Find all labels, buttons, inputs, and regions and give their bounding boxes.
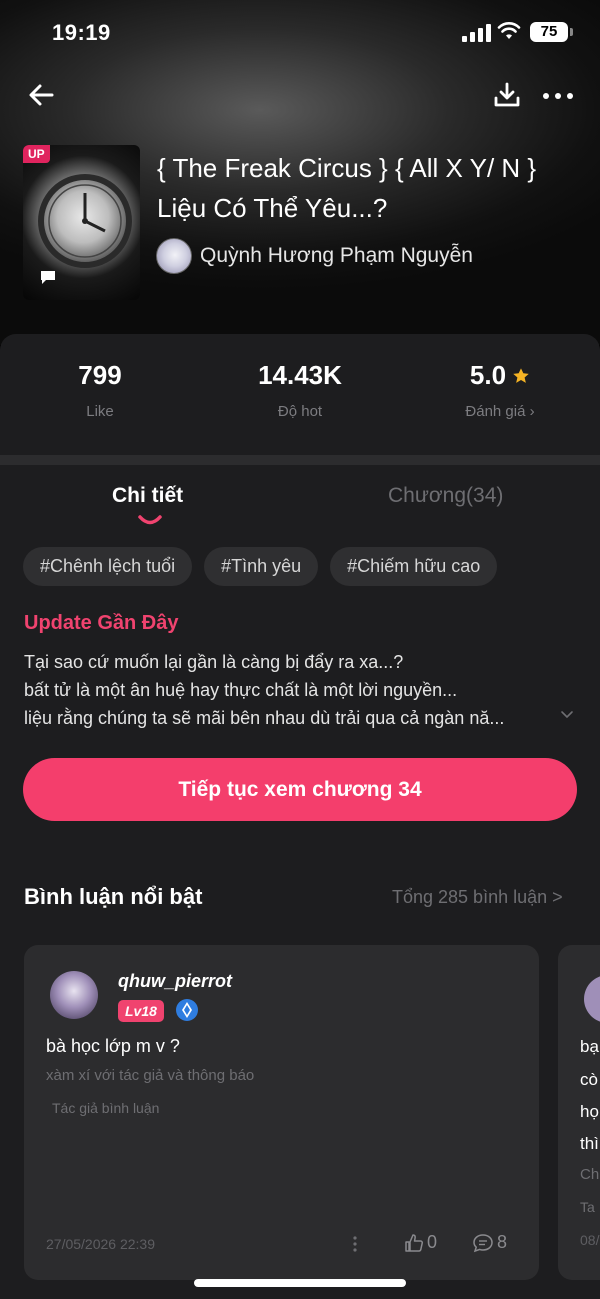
description-line: liệu rằng chúng ta sẽ mãi bên nhau dù tr… [24, 708, 505, 728]
update-description[interactable]: Tại sao cứ muốn lại gần là càng bị đẩy r… [24, 648, 576, 732]
like-button[interactable]: 0 [404, 1232, 437, 1253]
download-icon[interactable] [492, 80, 522, 110]
status-bar: 19:19 75 [0, 0, 600, 64]
comment-card-partial[interactable]: bạ cò họ thì Ch Ta 08/ [558, 945, 600, 1280]
back-arrow-icon[interactable] [24, 78, 58, 112]
partial-text: cò [580, 1070, 598, 1089]
stat-like: 799 Like [55, 360, 145, 420]
rating-label[interactable]: Đánh giá › [445, 403, 555, 420]
rating-value: 5.0 [469, 360, 507, 390]
section-divider [0, 455, 600, 465]
battery-cap [570, 28, 573, 36]
partial-text: 08/ [580, 1232, 600, 1248]
commenter-username[interactable]: qhuw_pierrot [118, 971, 232, 992]
comment-icon [473, 1233, 493, 1252]
status-time: 19:19 [52, 20, 111, 45]
comment-card[interactable]: qhuw_pierrot Lv18 bà học lớp m v ? xàm x… [24, 945, 539, 1280]
more-icon[interactable] [540, 80, 576, 110]
reply-button[interactable]: 8 [472, 1232, 507, 1253]
book-title: { The Freak Circus } { All X Y/ N } Liệu… [157, 153, 537, 223]
author-avatar[interactable] [156, 238, 192, 274]
home-indicator[interactable] [194, 1279, 406, 1287]
comment-context: xàm xí với tác giả và thông báo [46, 1067, 255, 1084]
tab-detail[interactable]: Chi tiết [112, 484, 183, 508]
comments-heading: Bình luận nổi bật [24, 884, 203, 909]
cellular-signal-icon [462, 24, 492, 42]
comment-text: bà học lớp m v ? [46, 1036, 180, 1056]
all-comments-link[interactable]: Tổng 285 bình luận > [392, 887, 563, 908]
rank-diamond-icon [176, 999, 198, 1021]
tag-chip[interactable]: #Chiếm hữu cao [330, 547, 498, 586]
level-badge: Lv18 [118, 1000, 164, 1022]
continue-reading-button[interactable]: Tiếp tục xem chương 34 [23, 758, 577, 821]
tag-chip[interactable]: #Chênh lệch tuổi [23, 547, 193, 586]
partial-text: thì [580, 1134, 599, 1153]
like-count: 799 [78, 360, 122, 390]
hot-label: Độ hot [277, 403, 323, 420]
update-heading: Update Gần Đây [24, 612, 179, 634]
author-row[interactable]: Quỳnh Hương Phạm Nguyễn [156, 237, 473, 275]
tag-list: #Chênh lệch tuổi #Tình yêu #Chiếm hữu ca… [23, 547, 498, 586]
author-name[interactable]: Quỳnh Hương Phạm Nguyễn [200, 244, 473, 268]
commenter-avatar [584, 975, 600, 1023]
tag-chip[interactable]: #Tình yêu [204, 547, 319, 586]
reply-count: 8 [497, 1232, 508, 1252]
expand-chevron-icon[interactable] [560, 710, 574, 720]
book-cover[interactable]: UP [23, 145, 140, 300]
comment-more-icon[interactable] [352, 1235, 358, 1253]
hot-count: 14.43K [258, 360, 342, 390]
wifi-icon [497, 22, 521, 39]
partial-text: bạ [580, 1037, 599, 1056]
stat-hot: 14.43K Độ hot [240, 360, 360, 420]
description-line: bất tử là một ân huệ hay thực chất là mộ… [24, 680, 458, 700]
chat-bubble-icon [41, 271, 55, 284]
commenter-avatar[interactable] [50, 971, 98, 1019]
update-badge: UP [23, 145, 50, 163]
star-icon [513, 367, 529, 383]
tab-chapters[interactable]: Chương(34) [388, 484, 503, 508]
battery-level: 75 [530, 22, 568, 42]
comment-date: 27/05/2026 22:39 [46, 1236, 155, 1252]
tab-bar: Chi tiết Chương(34) [0, 480, 600, 530]
like-label: Like [86, 403, 114, 420]
stat-rating[interactable]: 5.0 Đánh giá › [445, 360, 555, 420]
description-line: Tại sao cứ muốn lại gần là càng bị đẩy r… [24, 652, 404, 672]
thumb-up-icon [405, 1233, 424, 1252]
partial-text: Ch [580, 1166, 600, 1183]
like-count: 0 [427, 1232, 438, 1252]
author-comment-tag: Tác giả bình luận [52, 1100, 160, 1116]
partial-text: họ [580, 1102, 599, 1121]
active-tab-indicator [138, 515, 162, 525]
rating-value-row: 5.0 [445, 360, 555, 391]
stats-row: 799 Like 14.43K Độ hot 5.0 Đánh giá › [0, 346, 600, 456]
partial-text: Ta [580, 1199, 595, 1215]
